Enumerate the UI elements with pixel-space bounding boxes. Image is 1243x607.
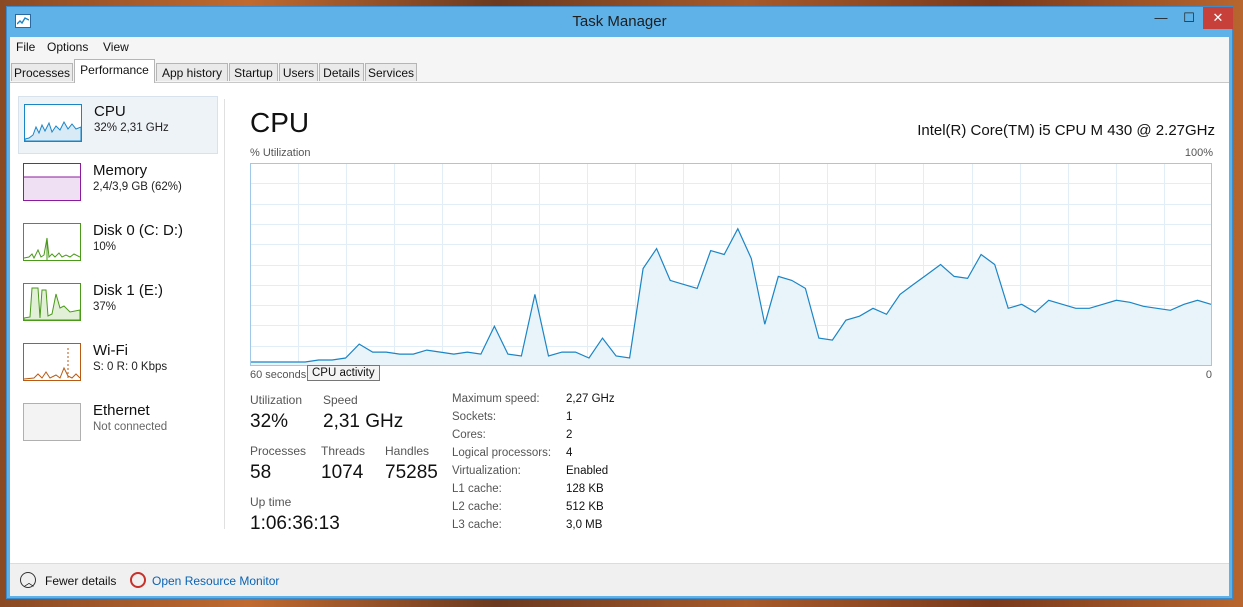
logical-processors-value: 4: [566, 447, 573, 459]
virtualization-value: Enabled: [566, 465, 609, 477]
fewer-details-link[interactable]: Fewer details: [45, 574, 116, 588]
disk-1-thumbnail-graph: [23, 283, 81, 321]
disk-0-thumbnail-graph: [23, 223, 81, 261]
tab-users[interactable]: Users: [279, 63, 318, 81]
processes-label: Processes: [250, 444, 307, 458]
resource-wifi[interactable]: Wi-Fi S: 0 R: 0 Kbps: [18, 336, 216, 392]
resource-memory[interactable]: Memory 2,4/3,9 GB (62%): [18, 156, 216, 212]
zero-axis-label: 0: [1205, 369, 1212, 381]
cpu-model-name: Intel(R) Core(TM) i5 CPU M 430 @ 2.27GHz: [917, 122, 1215, 139]
task-manager-window: Task Manager — ☐ ✕ File Options View Pro…: [6, 6, 1233, 599]
menu-bar: File Options View: [10, 37, 1229, 57]
resource-disk-0-title: Disk 0 (C: D:): [93, 222, 183, 239]
resource-disk-1-detail: 37%: [93, 301, 117, 313]
tab-strip: Processes Performance App history Startu…: [10, 57, 1229, 83]
utilization-value: 32%: [250, 411, 289, 432]
cpu-activity-tooltip: CPU activity: [307, 365, 380, 381]
maximize-button[interactable]: ☐: [1175, 7, 1203, 29]
max-speed-value: 2,27 GHz: [566, 393, 615, 405]
resource-wifi-detail: S: 0 R: 0 Kbps: [93, 361, 168, 373]
handles-label: Handles: [385, 444, 430, 458]
cpu-heading: CPU: [250, 107, 310, 138]
resource-ethernet-title: Ethernet: [93, 402, 150, 419]
minimize-button[interactable]: —: [1147, 7, 1175, 29]
max-axis-label: 100%: [1184, 147, 1213, 159]
menu-view[interactable]: View: [103, 40, 129, 54]
menu-file[interactable]: File: [16, 40, 35, 54]
threads-label: Threads: [321, 444, 366, 458]
chevron-up-icon[interactable]: ︿: [20, 572, 36, 589]
resource-monitor-icon[interactable]: [130, 572, 146, 588]
tab-performance[interactable]: Performance: [74, 59, 155, 83]
logical-processors-label: Logical processors:: [452, 447, 552, 459]
l1-cache-label: L1 cache:: [452, 483, 502, 495]
resource-cpu-detail: 32% 2,31 GHz: [94, 122, 169, 134]
close-button[interactable]: ✕: [1203, 7, 1233, 29]
resource-disk-1-title: Disk 1 (E:): [93, 282, 164, 299]
footer-bar: ︿ Fewer details Open Resource Monitor: [10, 563, 1229, 596]
handles-value: 75285: [385, 462, 438, 483]
window-title: Task Manager: [572, 13, 667, 30]
sockets-label: Sockets:: [452, 411, 497, 423]
panel-separator: [224, 99, 225, 529]
tab-startup[interactable]: Startup: [229, 63, 278, 81]
l3-cache-value: 3,0 MB: [566, 519, 603, 531]
speed-label: Speed: [323, 393, 358, 407]
resource-cpu[interactable]: CPU 32% 2,31 GHz: [18, 96, 218, 154]
menu-options[interactable]: Options: [47, 40, 88, 54]
wifi-thumbnail-graph: [23, 343, 81, 381]
title-bar[interactable]: Task Manager — ☐ ✕: [7, 7, 1233, 37]
resource-disk-1[interactable]: Disk 1 (E:) 37%: [18, 276, 216, 332]
resource-ethernet[interactable]: Ethernet Not connected: [18, 396, 216, 452]
l2-cache-label: L2 cache:: [452, 501, 502, 513]
processes-value: 58: [250, 462, 272, 483]
speed-value: 2,31 GHz: [323, 411, 404, 432]
memory-thumbnail-graph: [23, 163, 81, 201]
threads-value: 1074: [321, 462, 364, 483]
l2-cache-value: 512 KB: [566, 501, 604, 513]
max-speed-label: Maximum speed:: [452, 393, 540, 405]
uptime-value: 1:06:36:13: [250, 513, 340, 534]
resource-wifi-title: Wi-Fi: [93, 342, 128, 359]
l1-cache-value: 128 KB: [566, 483, 604, 495]
tab-services[interactable]: Services: [365, 63, 417, 81]
cpu-thumbnail-graph: [24, 104, 82, 142]
resource-disk-0[interactable]: Disk 0 (C: D:) 10%: [18, 216, 216, 272]
cores-value: 2: [566, 429, 573, 441]
uptime-label: Up time: [250, 495, 292, 509]
ethernet-thumbnail-graph: [23, 403, 81, 441]
l3-cache-label: L3 cache:: [452, 519, 502, 531]
resource-ethernet-detail: Not connected: [93, 421, 168, 433]
virtualization-label: Virtualization:: [452, 465, 521, 477]
tab-app-history[interactable]: App history: [156, 63, 228, 81]
resource-memory-detail: 2,4/3,9 GB (62%): [93, 181, 182, 193]
utilization-label: Utilization: [250, 393, 303, 407]
tab-processes[interactable]: Processes: [11, 63, 73, 81]
resource-list: CPU 32% 2,31 GHz Memory 2,4/3,9 GB (62%)…: [10, 83, 220, 533]
resource-disk-0-detail: 10%: [93, 241, 117, 253]
open-resource-monitor-link[interactable]: Open Resource Monitor: [152, 574, 279, 588]
sockets-value: 1: [566, 411, 573, 423]
time-axis-label: 60 seconds: [250, 369, 307, 381]
resource-cpu-title: CPU: [94, 103, 126, 120]
resource-memory-title: Memory: [93, 162, 148, 179]
client-area: File Options View Processes Performance …: [10, 37, 1229, 596]
tab-details[interactable]: Details: [319, 63, 364, 81]
cpu-utilization-graph[interactable]: [250, 163, 1212, 366]
cores-label: Cores:: [452, 429, 486, 441]
utilization-axis-label: % Utilization: [250, 147, 311, 159]
